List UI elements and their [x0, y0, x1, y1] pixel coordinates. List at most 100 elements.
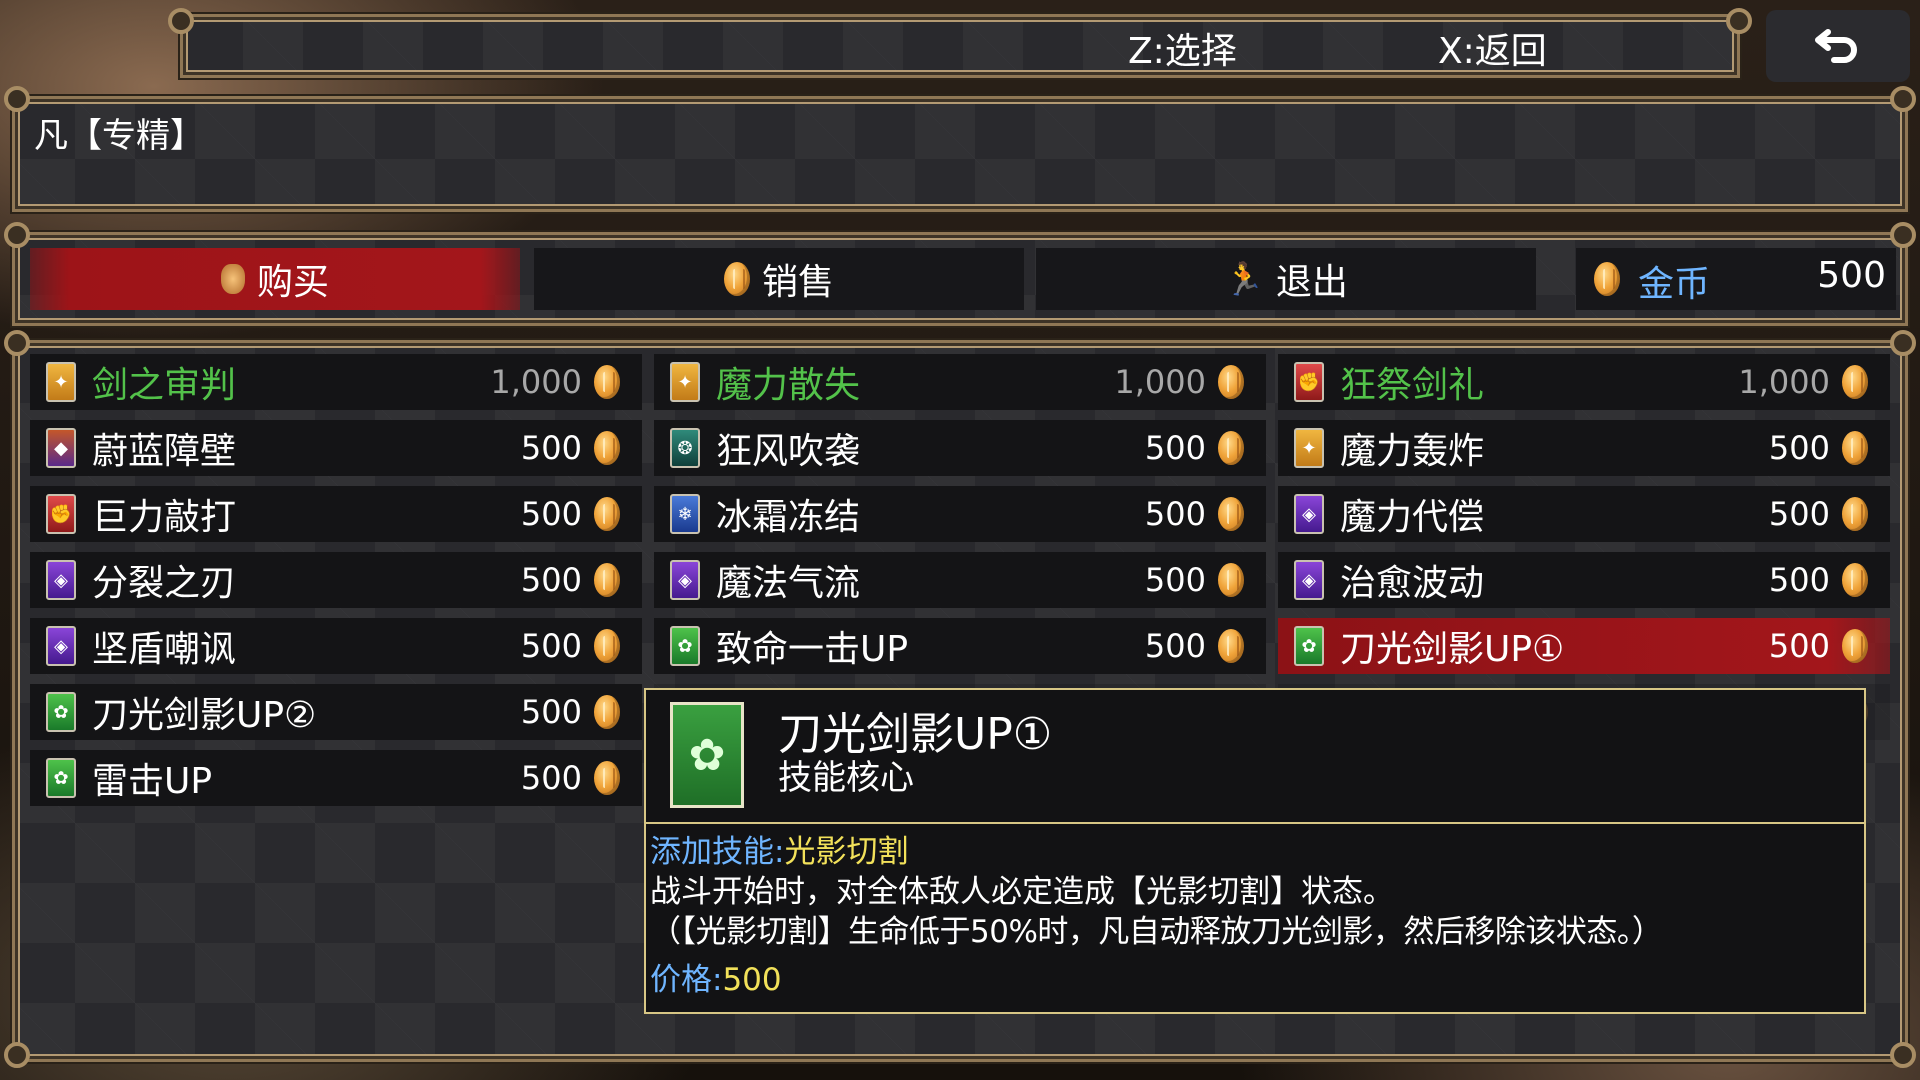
tab-buy-label: 购买 [256, 262, 329, 303]
coin-icon [1218, 431, 1244, 465]
item-name: 刀光剑影UP① [1340, 629, 1565, 670]
purple-rune-icon: ◈ [1294, 494, 1324, 534]
item-price: 1,000 [1114, 363, 1206, 401]
red-fist-icon: ✊ [46, 494, 76, 534]
coin-icon [1842, 365, 1868, 399]
item-price: 500 [1144, 495, 1206, 533]
shop-item-row[interactable]: ✿ 致命一击UP 500 [654, 618, 1266, 674]
item-name: 狂风吹袭 [716, 431, 861, 472]
shop-item-row[interactable]: ◈ 坚盾嘲讽 500 [30, 618, 642, 674]
green-core-icon: ✿ [670, 626, 700, 666]
coin-icon [1842, 497, 1868, 531]
coin-icon [723, 262, 750, 296]
shop-item-row[interactable]: ✦ 魔力轰炸 500 [1278, 420, 1890, 476]
shop-item-row[interactable]: ✿ 刀光剑影UP② 500 [30, 684, 642, 740]
bag-icon [220, 264, 245, 294]
detail-description: 添加技能:光影切割 战斗开始时，对全体敌人必定造成【光影切割】状态。 （【光影切… [650, 832, 1860, 1000]
item-price: 500 [520, 627, 582, 665]
red-fist-icon: ✊ [1294, 362, 1324, 402]
shop-item-row[interactable]: ◈ 魔法气流 500 [654, 552, 1266, 608]
item-name: 狂祭剑礼 [1340, 365, 1485, 406]
item-price: 500 [1768, 495, 1830, 533]
shield-icon: ◆ [46, 428, 76, 468]
snowflake-icon: ❄ [670, 494, 700, 534]
gold-star-icon: ✦ [1294, 428, 1324, 468]
item-price: 500 [1144, 627, 1206, 665]
purple-rune-icon: ◈ [46, 560, 76, 600]
frame-ornament [4, 330, 30, 356]
frame-ornament [1890, 222, 1916, 248]
item-price: 500 [520, 495, 582, 533]
shop-item-row[interactable]: ✦ 魔力散失 1,000 [654, 354, 1266, 410]
item-price: 500 [1768, 561, 1830, 599]
shop-item-row[interactable]: ◆ 蔚蓝障壁 500 [30, 420, 642, 476]
coin-icon [594, 497, 620, 531]
item-name: 魔力代偿 [1340, 497, 1485, 538]
select-hint: Z:选择 [1128, 31, 1237, 72]
green-core-icon: ✿ [1294, 626, 1324, 666]
coin-icon [594, 563, 620, 597]
shop-item-row[interactable]: ✦ 剑之审判 1,000 [30, 354, 642, 410]
shop-item-row[interactable]: ❄ 冰霜冻结 500 [654, 486, 1266, 542]
item-price: 1,000 [490, 363, 582, 401]
tab-sell[interactable]: 销售 [534, 248, 1024, 310]
price-value: 500 [722, 962, 782, 998]
green-core-icon: ✿ [46, 758, 76, 798]
item-price: 500 [520, 561, 582, 599]
frame-ornament [4, 222, 30, 248]
back-button[interactable] [1766, 10, 1910, 82]
tab-buy[interactable]: 购买 [30, 248, 520, 310]
item-price: 500 [1768, 627, 1830, 665]
coin-icon [1842, 431, 1868, 465]
price-label: 价格: [650, 962, 723, 998]
tab-sell-label: 销售 [761, 262, 834, 303]
item-name: 魔力轰炸 [1340, 431, 1485, 472]
return-arrow-icon [1815, 29, 1857, 63]
detail-item-type: 技能核心 [778, 758, 914, 798]
item-name: 雷击UP [92, 761, 213, 802]
shop-title: 凡【专精】 [34, 116, 204, 156]
shop-item-row[interactable]: ✿ 刀光剑影UP① 500 [1278, 618, 1890, 674]
item-detail-popup: ✿ 刀光剑影UP① 技能核心 添加技能:光影切割 战斗开始时，对全体敌人必定造成… [644, 688, 1866, 1014]
item-price: 500 [1144, 429, 1206, 467]
tab-exit[interactable]: 🏃 退出 [1036, 248, 1536, 310]
item-price: 1,000 [1738, 363, 1830, 401]
item-name: 分裂之刃 [92, 563, 237, 604]
item-name: 刀光剑影UP② [92, 695, 317, 736]
shop-item-row[interactable]: ❂ 狂风吹袭 500 [654, 420, 1266, 476]
shop-item-row[interactable]: ◈ 魔力代偿 500 [1278, 486, 1890, 542]
item-name: 魔力散失 [716, 365, 861, 406]
frame-ornament [168, 8, 194, 34]
coin-icon [594, 761, 620, 795]
purple-rune-icon: ◈ [1294, 560, 1324, 600]
coin-icon [1218, 563, 1244, 597]
gold-value: 500 [1817, 255, 1886, 296]
coin-icon [594, 431, 620, 465]
add-skill-value: 光影切割 [784, 834, 909, 870]
shop-item-row[interactable]: ◈ 治愈波动 500 [1278, 552, 1890, 608]
coin-icon [594, 365, 620, 399]
item-name: 巨力敲打 [92, 497, 237, 538]
coin-icon [1842, 563, 1868, 597]
gold-label: 金币 [1638, 264, 1711, 305]
green-core-icon: ✿ [46, 692, 76, 732]
description-line-1: 战斗开始时，对全体敌人必定造成【光影切割】状态。 [650, 874, 1394, 910]
shop-item-row[interactable]: ◈ 分裂之刃 500 [30, 552, 642, 608]
detail-divider [646, 822, 1864, 824]
coin-icon [1218, 497, 1244, 531]
item-name: 剑之审判 [92, 365, 237, 406]
shop-item-row[interactable]: ✊ 巨力敲打 500 [30, 486, 642, 542]
item-name: 坚盾嘲讽 [92, 629, 237, 670]
gold-star-icon: ✦ [46, 362, 76, 402]
shop-item-row[interactable]: ✿ 雷击UP 500 [30, 750, 642, 806]
item-price: 500 [1768, 429, 1830, 467]
title-panel [12, 96, 1908, 212]
purple-rune-icon: ◈ [46, 626, 76, 666]
frame-ornament [1890, 86, 1916, 112]
coin-icon [1218, 365, 1244, 399]
gold-star-icon: ✦ [670, 362, 700, 402]
shop-item-row[interactable]: ✊ 狂祭剑礼 1,000 [1278, 354, 1890, 410]
item-price: 500 [520, 693, 582, 731]
description-line-2: （【光影切割】生命低于50%时，凡自动释放刀光剑影，然后移除该状态。） [650, 914, 1663, 950]
coin-icon [594, 695, 620, 729]
